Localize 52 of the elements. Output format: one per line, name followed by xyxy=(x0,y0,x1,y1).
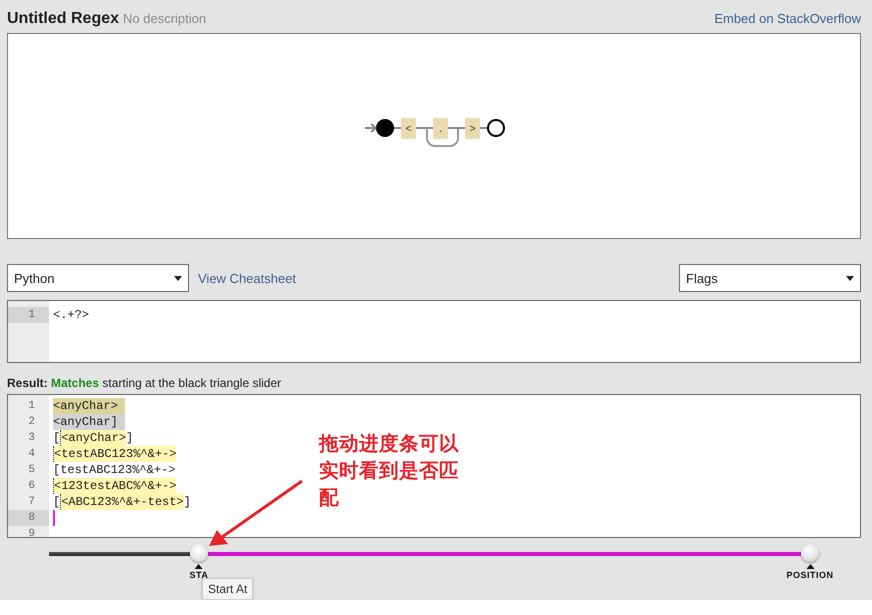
result-description: starting at the black triangle slider xyxy=(102,376,282,390)
connector-line xyxy=(394,127,401,129)
connector-line xyxy=(416,127,433,129)
start-handle[interactable] xyxy=(190,544,208,562)
flavor-select[interactable]: Python xyxy=(7,264,189,292)
line-number: 8 xyxy=(8,510,49,526)
annotation-text: 拖动进度条可以实时看到是否匹配 xyxy=(319,431,460,511)
selected-match: <anyChar> xyxy=(53,398,125,414)
line-number: 4 xyxy=(27,447,36,462)
code-text: [ xyxy=(53,494,60,510)
repeat-node: . xyxy=(426,118,459,147)
line-number: 9 xyxy=(27,527,36,537)
connector-line xyxy=(448,127,465,129)
tooltip: Start At xyxy=(202,578,254,600)
handle-label: POSITION xyxy=(786,570,834,580)
slider-track[interactable] xyxy=(49,552,190,556)
code-text: [ xyxy=(53,430,60,446)
regex-description: No description xyxy=(123,11,206,26)
line-number: 3 xyxy=(27,431,36,446)
code-text: ] xyxy=(184,494,191,510)
flags-select[interactable]: Flags xyxy=(679,264,861,292)
entry-arrow xyxy=(365,123,378,133)
regex-title: Untitled Regex xyxy=(7,10,120,27)
start-node xyxy=(376,119,394,137)
code-text: [testABC123%^&+-> xyxy=(53,462,176,478)
match-highlight: <testABC123%^&+-> xyxy=(53,446,176,462)
end-node xyxy=(487,119,505,137)
line-number: 5 xyxy=(27,463,36,478)
embed-link[interactable]: Embed on StackOverflow xyxy=(714,11,861,26)
selected-text: <anyChar] xyxy=(53,414,125,430)
position-handle[interactable] xyxy=(801,544,819,562)
line-number: 2 xyxy=(27,415,36,430)
line-number: 1 xyxy=(8,307,49,323)
result-label: Result: xyxy=(7,376,48,390)
line-number: 6 xyxy=(27,479,36,494)
handle-label: STA xyxy=(189,570,208,580)
caret-icon xyxy=(846,276,854,280)
pointer-icon xyxy=(806,564,814,569)
line-number: 7 xyxy=(27,495,36,510)
caret-icon xyxy=(174,276,182,280)
match-highlight: <anyChar> xyxy=(60,430,126,446)
match-highlight: <ABC123%^&+-test> xyxy=(60,494,184,510)
code-text: <.+?> xyxy=(53,307,90,323)
line-number: 1 xyxy=(27,399,36,414)
pointer-icon xyxy=(194,564,203,569)
cheatsheet-link[interactable]: View Cheatsheet xyxy=(198,270,296,286)
match-highlight: <123testABC%^&+-> xyxy=(53,478,176,494)
literal-node: > xyxy=(465,118,480,139)
literal-node: < xyxy=(401,118,416,139)
match-status: Matches xyxy=(51,376,100,390)
code-text: ] xyxy=(126,430,134,446)
connector-line xyxy=(480,127,487,129)
